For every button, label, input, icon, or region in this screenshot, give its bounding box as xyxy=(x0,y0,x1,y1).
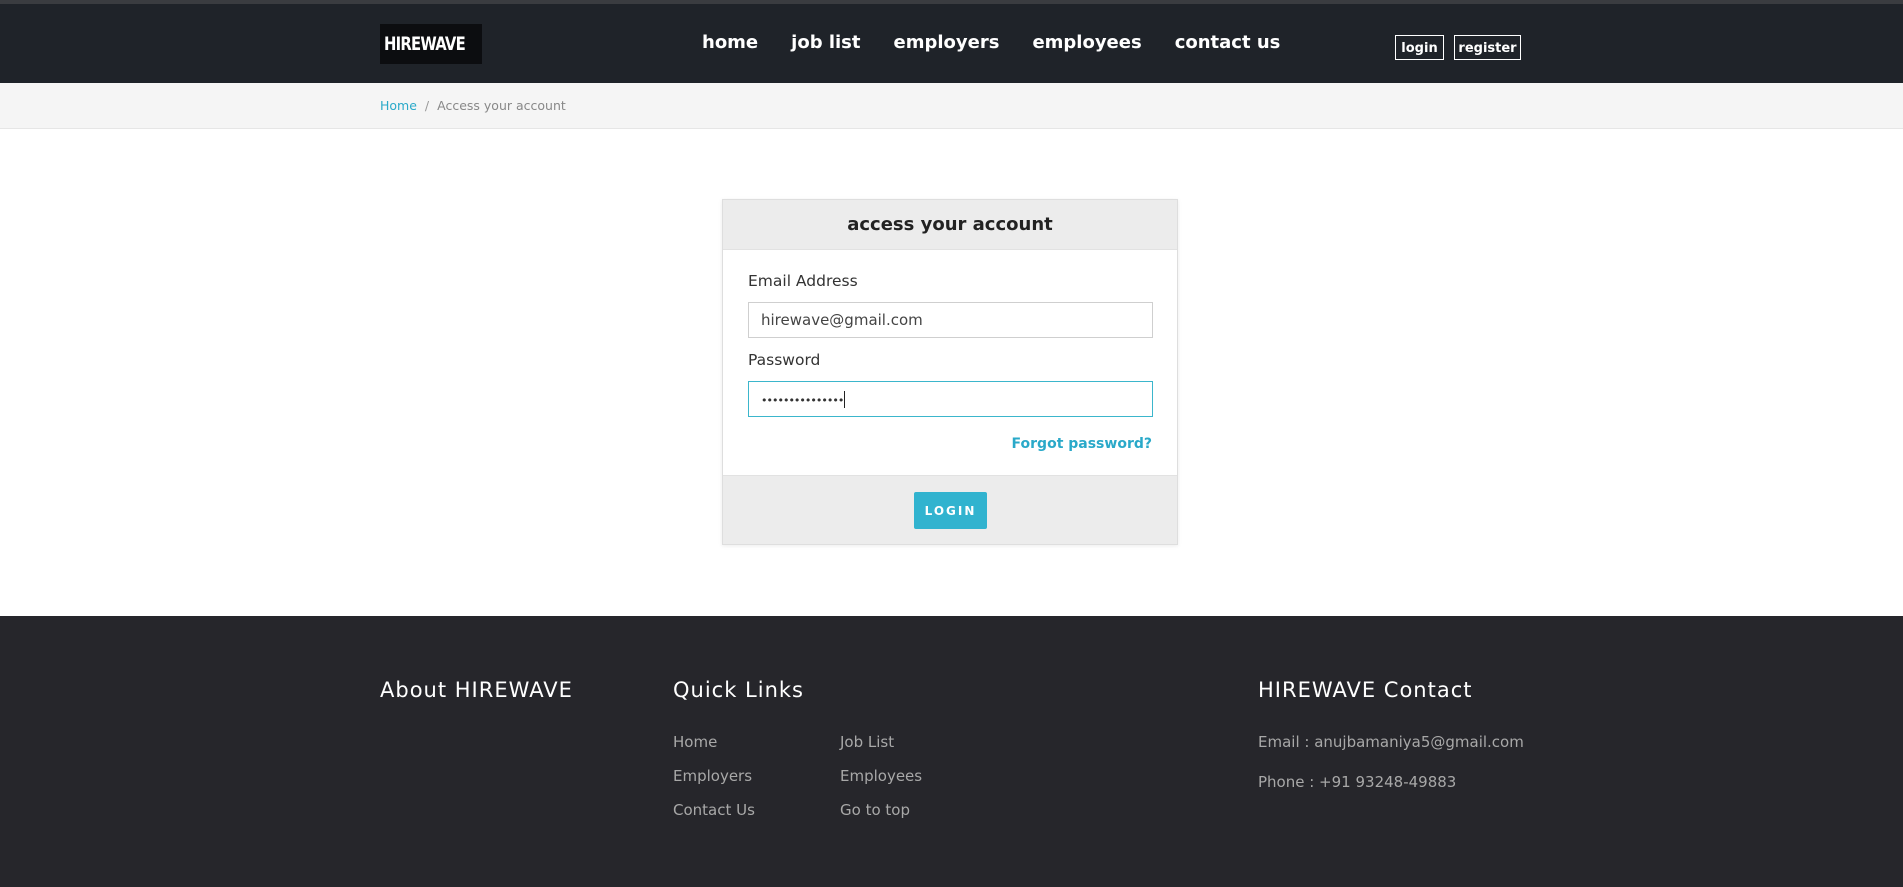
navbar: HIREWAVE home job list employers employe… xyxy=(0,4,1903,83)
nav-employees[interactable]: employees xyxy=(1032,32,1141,53)
footer-link-job-list[interactable]: Job List xyxy=(840,733,894,751)
text-caret xyxy=(844,391,846,408)
email-label: Email Address xyxy=(748,272,858,290)
login-card-footer: LOGIN xyxy=(723,475,1177,544)
breadcrumb-current: Access your account xyxy=(437,98,566,113)
footer-link-home[interactable]: Home xyxy=(673,733,717,751)
footer-link-contact-us[interactable]: Contact Us xyxy=(673,801,755,819)
footer-contact-title: HIREWAVE Contact xyxy=(1258,678,1473,702)
footer: About HIREWAVE Quick Links HIREWAVE Cont… xyxy=(0,616,1903,887)
password-label: Password xyxy=(748,351,821,369)
main-nav: home job list employers employees contac… xyxy=(702,32,1313,53)
login-card: access your account Email Address hirewa… xyxy=(722,199,1178,545)
login-card-title: access your account xyxy=(723,200,1177,250)
password-field[interactable]: ••••••••••••••• xyxy=(748,381,1153,417)
nav-contact-us[interactable]: contact us xyxy=(1175,32,1281,53)
login-submit-button[interactable]: LOGIN xyxy=(914,492,987,529)
footer-contact-phone: Phone : +91 93248-49883 xyxy=(1258,773,1457,791)
password-value: ••••••••••••••• xyxy=(761,394,844,407)
login-nav-button[interactable]: login xyxy=(1395,35,1444,60)
email-value: hirewave@gmail.com xyxy=(761,311,923,329)
breadcrumb-separator: / xyxy=(424,98,430,113)
footer-link-employees[interactable]: Employees xyxy=(840,767,922,785)
register-nav-button[interactable]: register xyxy=(1454,35,1521,60)
email-field[interactable]: hirewave@gmail.com xyxy=(748,302,1153,338)
breadcrumb: Home / Access your account xyxy=(380,98,566,113)
logo-text: HIREWAVE xyxy=(384,33,466,55)
nav-employers[interactable]: employers xyxy=(894,32,1000,53)
footer-link-go-to-top[interactable]: Go to top xyxy=(840,801,910,819)
footer-link-employers[interactable]: Employers xyxy=(673,767,752,785)
breadcrumb-home[interactable]: Home xyxy=(380,98,417,113)
logo[interactable]: HIREWAVE xyxy=(380,24,482,64)
footer-quick-links-title: Quick Links xyxy=(673,678,805,702)
nav-home[interactable]: home xyxy=(702,32,758,53)
forgot-password-link[interactable]: Forgot password? xyxy=(1012,436,1152,452)
nav-job-list[interactable]: job list xyxy=(791,32,860,53)
footer-contact-email: Email : anujbamaniya5@gmail.com xyxy=(1258,733,1524,751)
breadcrumb-bar: Home / Access your account xyxy=(0,83,1903,129)
footer-about-title: About HIREWAVE xyxy=(380,678,573,702)
